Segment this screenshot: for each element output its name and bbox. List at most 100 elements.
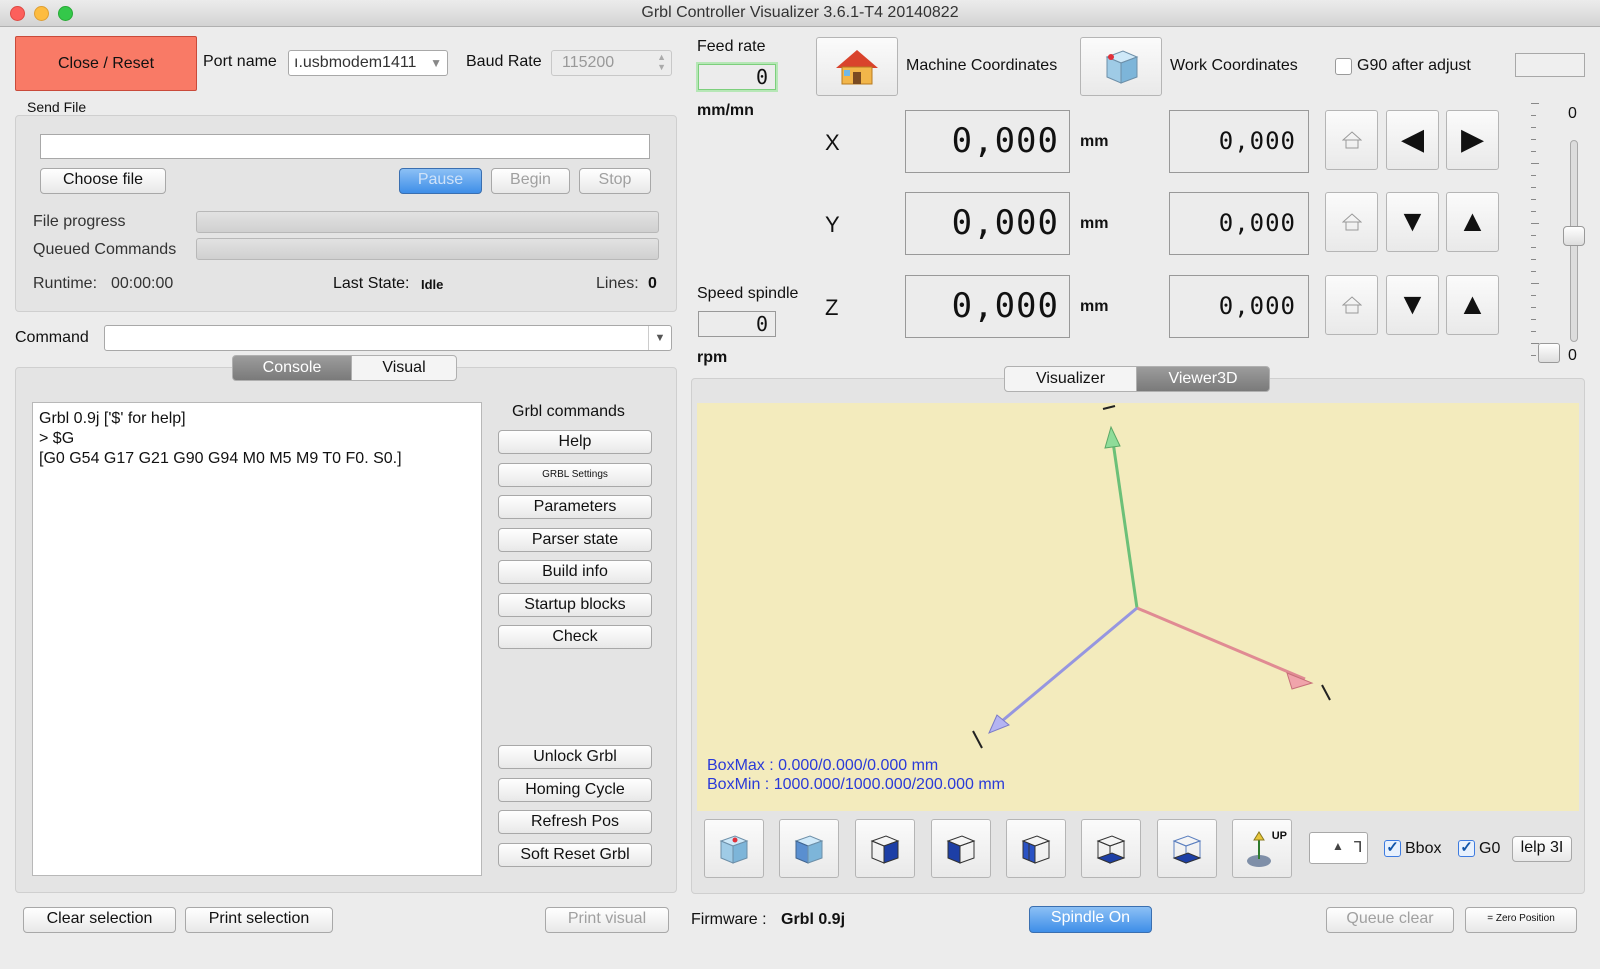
g0-checkbox[interactable]: ✓ <box>1458 840 1475 857</box>
begin-button[interactable]: Begin <box>491 168 570 194</box>
feed-rate-input[interactable]: 0 <box>698 64 776 90</box>
homing-cycle-button[interactable]: Homing Cycle <box>498 778 652 802</box>
viewer3d-canvas[interactable]: BoxMax : 0.000/0.000/0.000 mm BoxMin : 1… <box>697 403 1579 811</box>
stop-button[interactable]: Stop <box>579 168 651 194</box>
g90-after-adjust-label: G90 after adjust <box>1357 57 1471 74</box>
axis-jog-minus-button[interactable]: ▼ <box>1386 192 1439 252</box>
console-output[interactable]: Grbl 0.9j ['$' for help] > $G [G0 G54 G1… <box>32 402 482 876</box>
file-progress-label: File progress <box>33 213 126 230</box>
soft-reset-grbl-button[interactable]: Soft Reset Grbl <box>498 843 652 867</box>
cube-top-icon <box>870 834 900 864</box>
cube-bottom-icon <box>1096 834 1126 864</box>
help-3d-button[interactable]: lelp 3I <box>1512 836 1572 862</box>
unlock-grbl-button[interactable]: Unlock Grbl <box>498 745 652 769</box>
queue-clear-button[interactable]: Queue clear <box>1326 907 1454 933</box>
feed-slider-thumb[interactable] <box>1563 226 1585 246</box>
lines-value: 0 <box>648 275 657 292</box>
machine-coordinates-label: Machine Coordinates <box>906 57 1058 74</box>
view-up-button[interactable]: UP <box>1232 819 1292 878</box>
house-icon <box>836 49 878 84</box>
axis-unit: mm <box>1080 298 1109 315</box>
print-selection-button[interactable]: Print selection <box>185 907 333 933</box>
machine-home-button[interactable] <box>816 37 898 96</box>
axis-jog-plus-button[interactable]: ▶ <box>1446 110 1499 170</box>
window-title: Grbl Controller Visualizer 3.6.1-T4 2014… <box>641 4 959 21</box>
cursor-icon: Ꞁ <box>1354 839 1363 856</box>
axis-home-button[interactable] <box>1325 110 1378 170</box>
queued-commands-bar <box>196 238 659 260</box>
view-top-button[interactable] <box>855 819 915 878</box>
axis-name: Z <box>825 295 839 320</box>
arrow-down-icon: ▼ <box>1397 205 1428 238</box>
work-coordinates-button[interactable] <box>1080 37 1162 96</box>
tab-console[interactable]: Console <box>232 355 352 381</box>
axis-name: X <box>825 130 840 155</box>
axis-jog-plus-button[interactable]: ▲ <box>1446 192 1499 252</box>
console-line: Grbl 0.9j ['$' for help] <box>39 410 186 427</box>
grbl-settings-button[interactable]: GRBL Settings <box>498 463 652 487</box>
refresh-pos-button[interactable]: Refresh Pos <box>498 810 652 834</box>
tab-viewer3d[interactable]: Viewer3D <box>1136 366 1270 392</box>
port-name-value: ı.usbmodem1411 <box>294 54 417 71</box>
adjust-value-input[interactable] <box>1515 53 1585 77</box>
runtime-value: 00:00:00 <box>111 275 174 292</box>
clear-selection-button[interactable]: Clear selection <box>23 907 176 933</box>
speed-spindle-label: Speed spindle <box>697 285 799 302</box>
print-visual-button[interactable]: Print visual <box>545 907 669 933</box>
axis-unit: mm <box>1080 133 1109 150</box>
zoom-stepper[interactable]: ▲ Ꞁ <box>1309 832 1368 864</box>
choose-file-button[interactable]: Choose file <box>40 168 166 194</box>
bbox-min-label: BoxMin : 1000.000/1000.000/200.000 mm <box>707 776 1005 793</box>
command-input[interactable]: ▼ <box>104 325 672 351</box>
bbox-checkbox[interactable]: ✓ <box>1384 840 1401 857</box>
axis-jog-plus-button[interactable]: ▲ <box>1446 275 1499 335</box>
axis-home-button[interactable] <box>1325 275 1378 335</box>
baud-rate-select[interactable]: 115200 ▲ ▼ <box>551 50 672 76</box>
axis-home-button[interactable] <box>1325 192 1378 252</box>
close-reset-button[interactable]: Close / Reset <box>15 36 197 91</box>
cube-iso-icon <box>719 834 749 864</box>
view-left-button[interactable] <box>931 819 991 878</box>
arrow-up-icon[interactable]: ▲ <box>1332 839 1344 853</box>
view-front-button[interactable] <box>779 819 839 878</box>
help-button[interactable]: Help <box>498 430 652 454</box>
check-button[interactable]: Check <box>498 625 652 649</box>
zero-position-button[interactable]: = Zero Position <box>1465 907 1577 933</box>
baud-rate-value: 115200 <box>562 54 615 71</box>
chevron-down-icon[interactable]: ▼ <box>648 326 671 350</box>
parameters-button[interactable]: Parameters <box>498 495 652 519</box>
view-right-button[interactable] <box>1006 819 1066 878</box>
startup-blocks-button[interactable]: Startup blocks <box>498 593 652 617</box>
feed-rate-unit: mm/mn <box>697 102 754 119</box>
spindle-on-button[interactable]: Spindle On <box>1029 906 1152 933</box>
chevron-down-icon: ▼ <box>430 56 442 70</box>
view-back-button[interactable] <box>1157 819 1217 878</box>
view-iso-button[interactable] <box>704 819 764 878</box>
speed-spindle-input[interactable]: 0 <box>698 311 776 337</box>
console-line: [G0 G54 G17 G21 G90 G94 M0 M5 M9 T0 F0. … <box>39 450 402 467</box>
send-file-label: Send File <box>27 99 87 115</box>
pause-button[interactable]: Pause <box>399 168 482 194</box>
slider-bottom-thumb[interactable] <box>1538 343 1560 363</box>
axis-name: Y <box>825 212 840 237</box>
axis-jog-minus-button[interactable]: ◀ <box>1386 110 1439 170</box>
slider-bottom-label: 0 <box>1568 347 1577 364</box>
slider-ruler <box>1531 103 1539 361</box>
file-path-input[interactable] <box>40 134 650 159</box>
port-name-select[interactable]: ı.usbmodem1411 ▼ <box>288 50 448 76</box>
runtime-label: Runtime: <box>33 275 98 292</box>
last-state-value: Idle <box>421 277 444 292</box>
console-line: > $G <box>39 430 75 447</box>
tab-visual[interactable]: Visual <box>351 355 457 381</box>
build-info-button[interactable]: Build info <box>498 560 652 584</box>
machine-coordinate-value: 0,000 <box>905 192 1070 255</box>
view-bottom-button[interactable] <box>1081 819 1141 878</box>
parser-state-button[interactable]: Parser state <box>498 528 652 552</box>
title-bar: Grbl Controller Visualizer 3.6.1-T4 2014… <box>0 0 1600 27</box>
tab-visualizer[interactable]: Visualizer <box>1004 366 1137 392</box>
work-coordinate-value: 0,000 <box>1169 192 1309 255</box>
axis-jog-minus-button[interactable]: ▼ <box>1386 275 1439 335</box>
axes-3d-graphic <box>972 405 1331 749</box>
g90-after-adjust-checkbox[interactable] <box>1335 58 1352 75</box>
speed-spindle-unit: rpm <box>697 349 728 366</box>
